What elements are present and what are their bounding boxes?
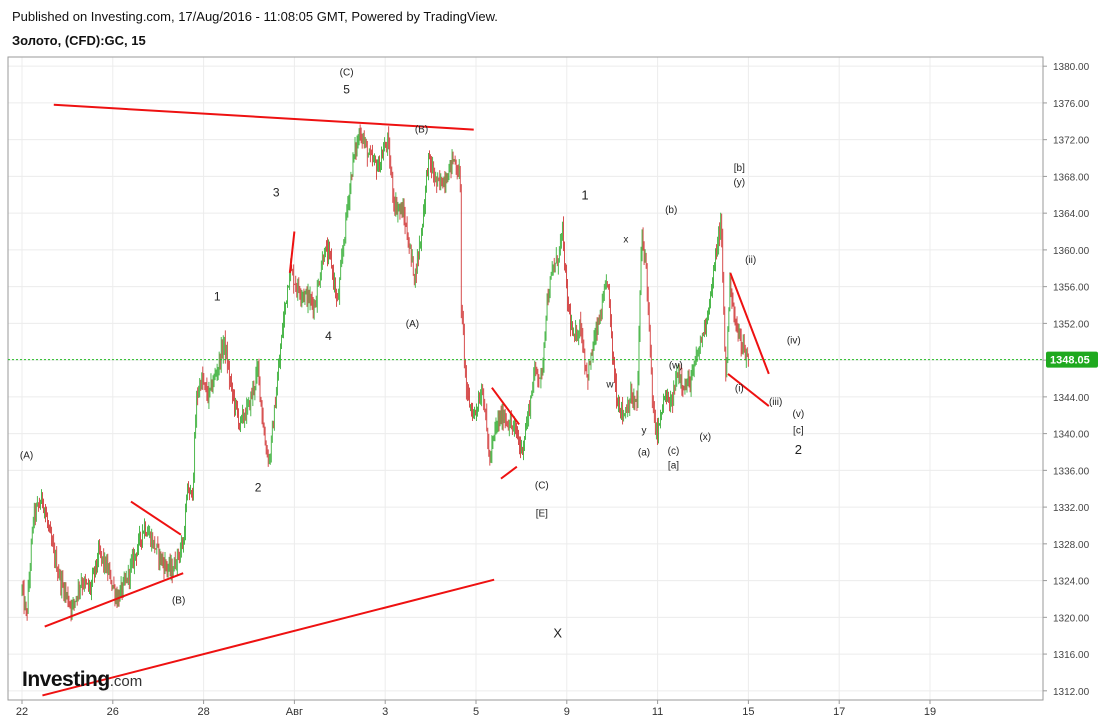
trendlines (42, 103, 770, 697)
x-tick-label: 28 (197, 706, 209, 718)
y-tick-label: 1312.00 (1053, 687, 1090, 698)
wave-label: 1 (214, 289, 221, 303)
y-tick-label: 1360.00 (1053, 246, 1090, 257)
y-tick-label: 1352.00 (1053, 319, 1090, 330)
x-tick-label: 3 (382, 706, 388, 718)
x-tick-label: 19 (924, 706, 936, 718)
wave-label: 2 (255, 480, 262, 494)
x-tick-label: 9 (564, 706, 570, 718)
investing-logo: Investing.com (22, 668, 142, 692)
wave-label: (i) (735, 383, 744, 394)
y-tick-label: 1328.00 (1053, 540, 1090, 551)
wave-label: (y) (733, 178, 745, 189)
wave-label: 4 (325, 329, 332, 343)
grid (8, 57, 1043, 700)
wave-label: X (553, 626, 562, 641)
logo-suffix: .com (109, 673, 143, 690)
wave-label: (C) (340, 67, 354, 78)
x-tick-label: 17 (833, 706, 845, 718)
wave-label: (C) (535, 481, 549, 492)
trendline (130, 500, 182, 536)
y-tick-label: 1372.00 (1053, 136, 1090, 147)
wave-label: (w) (669, 360, 683, 371)
x-tick-label: 26 (107, 706, 119, 718)
y-tick-label: 1332.00 (1053, 503, 1090, 514)
y-axis: 1312.00 1316.00 1320.00 1324.00 1328.00 1332.… (1043, 62, 1090, 698)
trendline (500, 465, 518, 480)
x-tick-label: 5 (473, 706, 479, 718)
wave-label: [a] (668, 461, 679, 472)
wave-label: 3 (273, 186, 280, 200)
wave-label: (B) (415, 124, 428, 135)
y-tick-label: 1376.00 (1053, 99, 1090, 110)
x-axis: 22 26 28 Авг 3 5 9 11 15 17 19 (16, 700, 936, 718)
wave-label: (iii) (769, 397, 782, 408)
wave-label: 5 (343, 83, 350, 97)
wave-label: y (641, 426, 646, 437)
wave-label: (b) (665, 205, 677, 216)
y-tick-label: 1336.00 (1053, 466, 1090, 477)
x-tick-label: 15 (742, 706, 754, 718)
y-tick-label: 1368.00 (1053, 172, 1090, 183)
wave-label: w (605, 380, 614, 391)
wave-label: [c] (793, 426, 804, 437)
wave-label: (v) (793, 409, 805, 420)
wave-label: (A) (20, 450, 33, 461)
x-tick-label: 22 (16, 706, 28, 718)
y-tick-label: 1324.00 (1053, 577, 1090, 588)
y-tick-label: 1344.00 (1053, 393, 1090, 404)
wave-label: [E] (536, 508, 548, 519)
wave-label: 2 (795, 442, 802, 457)
wave-label: (B) (172, 596, 185, 607)
wave-label: (a) (638, 448, 650, 459)
wave-label: (A) (406, 319, 419, 330)
y-tick-label: 1320.00 (1053, 613, 1090, 624)
price-chart[interactable]: (A) (B) 1 2 3 4 (C) 5 (B) (A) (C) [E] X 1 x w y (a) (b) (c)… (0, 0, 1104, 724)
y-tick-label: 1340.00 (1053, 430, 1090, 441)
y-tick-label: 1356.00 (1053, 283, 1090, 294)
wave-label: x (623, 235, 628, 246)
wave-label: [b] (734, 163, 745, 174)
x-tick-label: Авг (286, 706, 303, 718)
wave-label: (x) (699, 432, 711, 443)
y-tick-label: 1380.00 (1053, 62, 1090, 73)
current-price-label: 1348.05 (1050, 355, 1090, 367)
wave-label: (ii) (745, 255, 756, 266)
y-tick-label: 1364.00 (1053, 209, 1090, 220)
plot-frame (7, 56, 1044, 701)
y-tick-label: 1316.00 (1053, 650, 1090, 661)
x-tick-label: 11 (652, 706, 663, 718)
wave-label: (c) (668, 446, 680, 457)
wave-label: 1 (581, 187, 588, 202)
trendline (53, 103, 474, 131)
wave-label: (iv) (787, 336, 801, 347)
logo-brand: Investing (22, 668, 110, 691)
